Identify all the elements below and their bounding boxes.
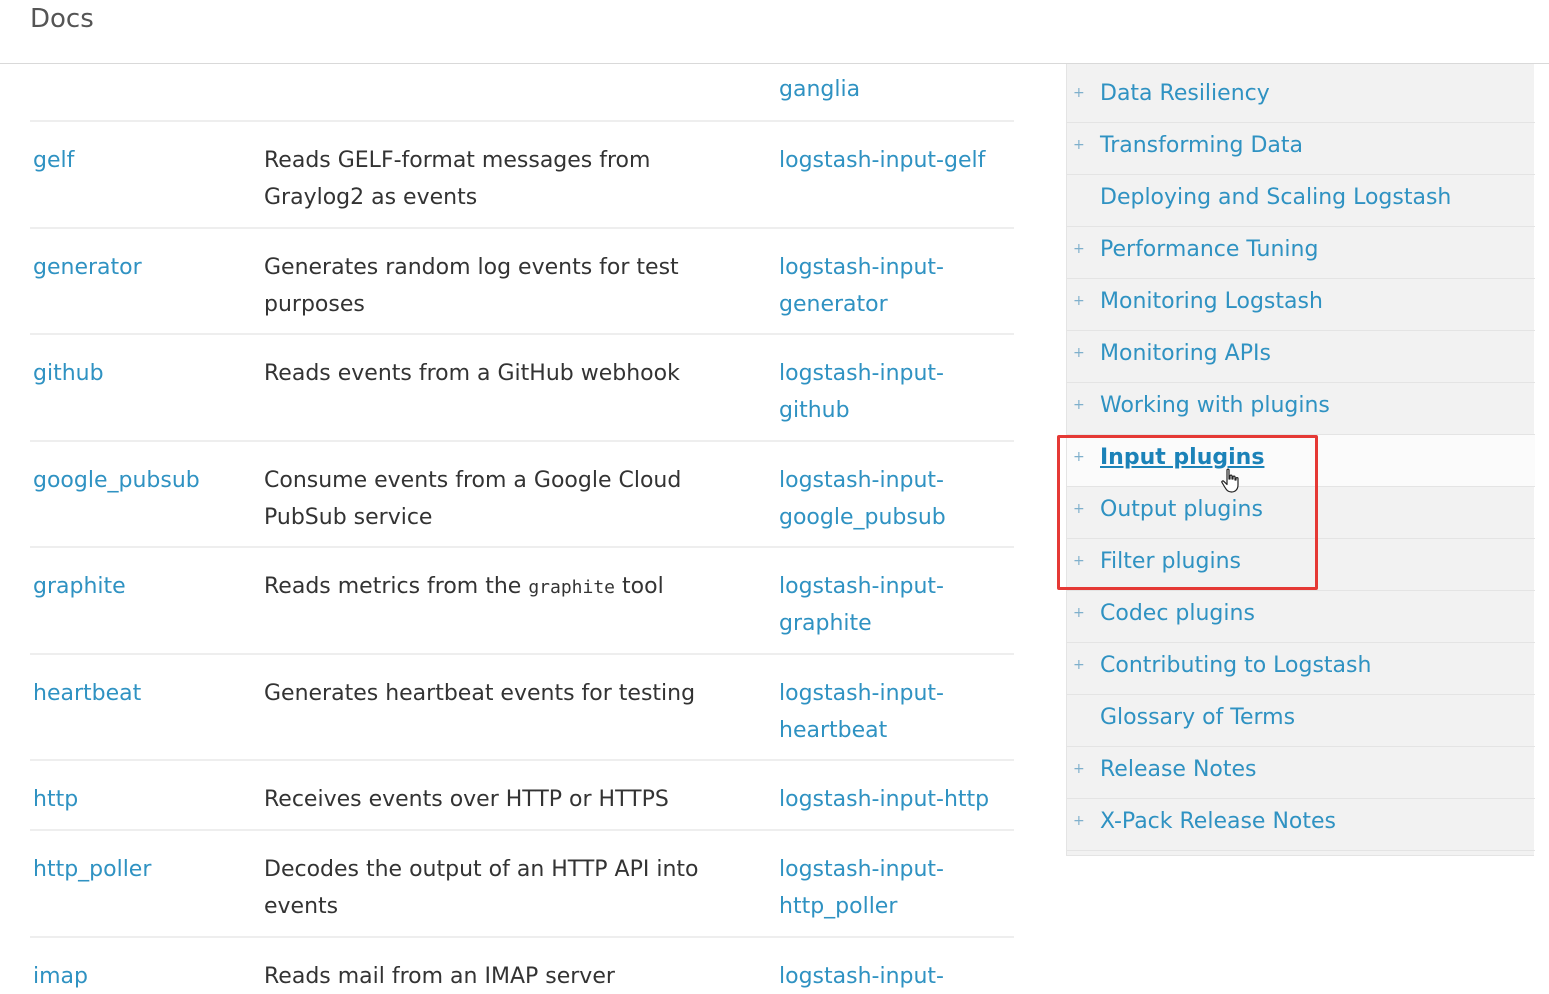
plugin-repo-link[interactable]: logstash-input-http (779, 781, 1019, 818)
plugin-description: Reads mail from an IMAP server (264, 964, 615, 989)
sidebar-item-label[interactable]: X-Pack Release Notes (1100, 809, 1336, 834)
sidebar-item-label[interactable]: Working with plugins (1100, 393, 1330, 418)
sidebar-item-working-with-plugins[interactable]: + Working with plugins (1067, 383, 1535, 435)
expand-plus-icon[interactable]: + (1073, 241, 1085, 257)
sidebar-item-filter-plugins[interactable]: + Filter plugins (1067, 539, 1535, 591)
plugins-table: ganglia gelf Reads GELF-format messages … (30, 16, 1014, 994)
hand-pointer-cursor-icon (1221, 468, 1239, 493)
plugin-description: Reads GELF-format messages from Graylog2… (264, 148, 651, 210)
plugin-repo-link[interactable]: logstash-input-http_poller (779, 851, 979, 925)
expand-plus-icon[interactable]: + (1073, 345, 1085, 361)
sidebar-item-glossary[interactable]: Glossary of Terms (1067, 695, 1535, 747)
plugin-name-link[interactable]: generator (33, 249, 253, 286)
sidebar-item-label[interactable]: Monitoring Logstash (1100, 289, 1323, 314)
expand-plus-icon[interactable]: + (1073, 293, 1085, 309)
plugin-description: Decodes the output of an HTTP API into e… (264, 857, 699, 919)
sidebar-item-transforming-data[interactable]: + Transforming Data (1067, 123, 1535, 175)
sidebar-item-output-plugins[interactable]: + Output plugins (1067, 487, 1535, 539)
sidebar-item-monitoring-logstash[interactable]: + Monitoring Logstash (1067, 279, 1535, 331)
table-row: google_pubsub Consume events from a Goog… (30, 442, 1014, 548)
plugin-repo-link[interactable]: logstash-input-github (779, 355, 979, 429)
plugin-description: Reads metrics from the graphite tool (264, 568, 754, 606)
plugin-repo-link[interactable]: logstash-input-generator (779, 249, 979, 323)
sidebar-item-label[interactable]: Contributing to Logstash (1100, 653, 1371, 678)
table-row: generator Generates random log events fo… (30, 229, 1014, 335)
plugin-description: Generates heartbeat events for testing (264, 681, 696, 706)
sidebar-item-label[interactable]: Filter plugins (1100, 549, 1241, 574)
expand-plus-icon[interactable]: + (1073, 553, 1085, 569)
description-text: tool (615, 574, 664, 599)
sidebar-item-release-notes[interactable]: + Release Notes (1067, 747, 1535, 799)
top-bar: Docs (0, 0, 1549, 64)
plugin-repo-link[interactable]: logstash-input- (779, 958, 1019, 994)
plugin-description: Consume events from a Google Cloud PubSu… (264, 468, 682, 530)
sidebar-item-xpack-release-notes[interactable]: + X-Pack Release Notes (1067, 799, 1535, 851)
plugin-name-link[interactable]: imap (33, 958, 253, 994)
table-row: imap Reads mail from an IMAP server logs… (30, 938, 1014, 994)
plugin-repo-link[interactable]: logstash-input-graphite (779, 568, 979, 642)
docs-sidebar: + Data Resiliency + Transforming Data De… (1066, 64, 1535, 856)
plugin-name-link[interactable]: gelf (33, 142, 253, 179)
sidebar-item-label[interactable]: Data Resiliency (1100, 81, 1270, 106)
plugin-name-link[interactable]: heartbeat (33, 675, 253, 712)
plugin-description: Receives events over HTTP or HTTPS (264, 787, 669, 812)
sidebar-item-contributing[interactable]: + Contributing to Logstash (1067, 643, 1535, 695)
sidebar-item-codec-plugins[interactable]: + Codec plugins (1067, 591, 1535, 643)
plugin-description: Generates random log events for test pur… (264, 255, 679, 317)
table-row: http Receives events over HTTP or HTTPS … (30, 761, 1014, 831)
plugin-name-link[interactable]: google_pubsub (33, 462, 253, 499)
plugin-name-link[interactable]: http (33, 781, 253, 818)
sidebar-item-label[interactable]: Deploying and Scaling Logstash (1100, 185, 1451, 210)
sidebar-item-label[interactable]: Performance Tuning (1100, 237, 1318, 262)
plugin-description: Reads events from a GitHub webhook (264, 361, 680, 386)
sidebar-item-label[interactable]: Transforming Data (1100, 133, 1303, 158)
plugin-name-link[interactable]: http_poller (33, 851, 253, 888)
sidebar-item-label[interactable]: Output plugins (1100, 497, 1263, 522)
table-row: http_poller Decodes the output of an HTT… (30, 831, 1014, 938)
sidebar-item-label[interactable]: Codec plugins (1100, 601, 1255, 626)
description-text: Reads metrics from the (264, 574, 529, 599)
plugin-repo-link[interactable]: logstash-input-google_pubsub (779, 462, 979, 536)
sidebar-item-performance-tuning[interactable]: + Performance Tuning (1067, 227, 1535, 279)
sidebar-item-label[interactable]: Release Notes (1100, 757, 1257, 782)
expand-plus-icon[interactable]: + (1073, 605, 1085, 621)
expand-plus-icon[interactable]: + (1073, 449, 1085, 465)
expand-plus-icon[interactable]: + (1073, 813, 1085, 829)
expand-plus-icon[interactable]: + (1073, 501, 1085, 517)
sidebar-item-deploying-scaling[interactable]: Deploying and Scaling Logstash (1067, 175, 1535, 227)
page-title: Docs (30, 4, 94, 34)
sidebar-item-data-resiliency[interactable]: + Data Resiliency (1067, 71, 1535, 123)
expand-plus-icon[interactable]: + (1073, 657, 1085, 673)
expand-plus-icon[interactable]: + (1073, 761, 1085, 777)
table-row: graphite Reads metrics from the graphite… (30, 548, 1014, 655)
plugin-name-link[interactable]: graphite (33, 568, 253, 605)
plugin-repo-link[interactable]: logstash-input-heartbeat (779, 675, 979, 749)
sidebar-item-monitoring-apis[interactable]: + Monitoring APIs (1067, 331, 1535, 383)
sidebar-item-label[interactable]: Monitoring APIs (1100, 341, 1271, 366)
table-row: gelf Reads GELF-format messages from Gra… (30, 122, 1014, 229)
sidebar-item-label[interactable]: Input plugins (1100, 445, 1264, 470)
expand-plus-icon[interactable]: + (1073, 85, 1085, 101)
plugin-repo-link[interactable]: ganglia (779, 71, 1019, 108)
plugin-name-link[interactable]: github (33, 355, 253, 392)
inline-code: graphite (528, 577, 616, 598)
expand-plus-icon[interactable]: + (1073, 397, 1085, 413)
table-row: github Reads events from a GitHub webhoo… (30, 335, 1014, 442)
plugin-repo-link[interactable]: logstash-input-gelf (779, 142, 1019, 179)
sidebar-item-label[interactable]: Glossary of Terms (1100, 705, 1295, 730)
table-row: heartbeat Generates heartbeat events for… (30, 655, 1014, 761)
expand-plus-icon[interactable]: + (1073, 137, 1085, 153)
sidebar-item-input-plugins[interactable]: + Input plugins (1067, 435, 1535, 487)
